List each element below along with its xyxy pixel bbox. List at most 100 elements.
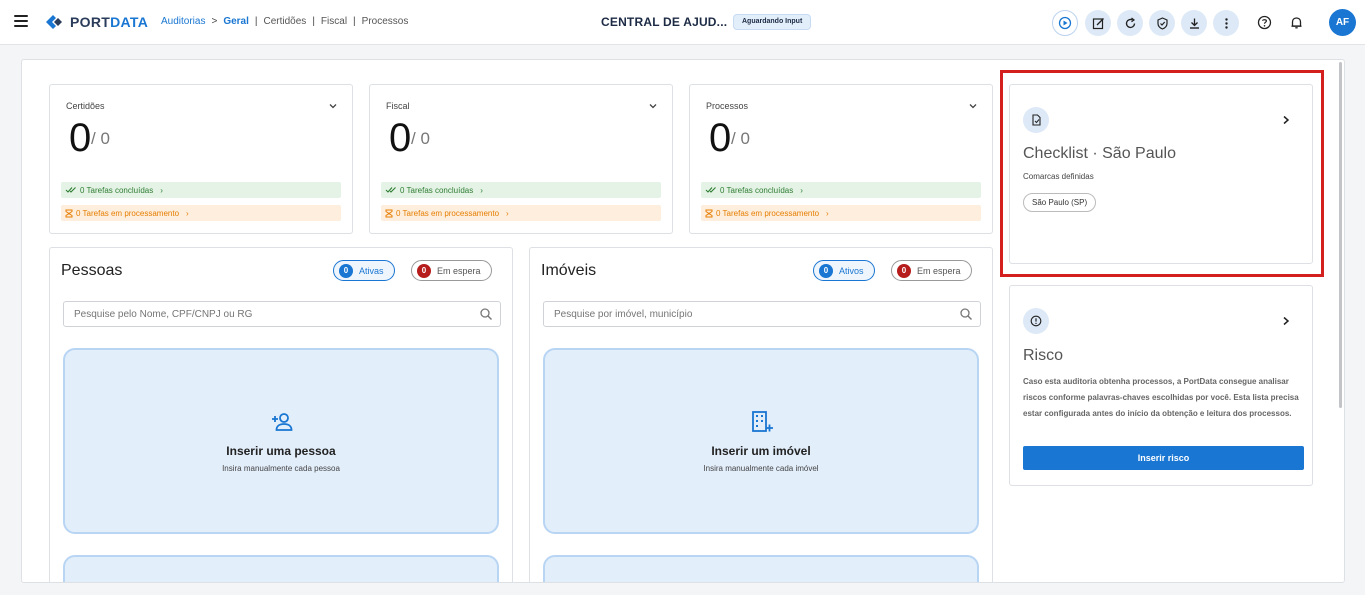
breadcrumb-fiscal[interactable]: Fiscal: [321, 16, 347, 27]
shield-button[interactable]: [1149, 10, 1175, 36]
help-icon[interactable]: [1255, 13, 1273, 31]
breadcrumb-auditorias[interactable]: Auditorias: [161, 16, 205, 27]
insert-card-secondary[interactable]: [543, 555, 979, 582]
breadcrumb: Auditorias > Geral | Certidões | Fiscal …: [161, 16, 408, 27]
stat-label: Certidões: [66, 101, 105, 111]
check-icon: [65, 187, 76, 193]
page-title: CENTRAL DE AJUD...: [601, 15, 728, 29]
tasks-processing-link[interactable]: 0 Tarefas em processamento ›: [701, 205, 981, 221]
waiting-count: 0: [417, 263, 431, 278]
section-title: Imóveis: [541, 262, 597, 279]
pessoas-section: Pessoas 0 Ativas 0 Em espera Inserir uma…: [49, 247, 513, 582]
tasks-done-label: 0 Tarefas concluídas: [720, 185, 794, 195]
filter-ativos[interactable]: 0 Ativos: [813, 260, 875, 281]
filter-em-espera[interactable]: 0 Em espera: [411, 260, 492, 281]
more-vert-icon: [1224, 17, 1228, 29]
person-add-icon: [272, 413, 293, 431]
stat-total: / 0: [731, 129, 750, 148]
risco-title: Risco: [1023, 347, 1064, 364]
tasks-done-link[interactable]: 0 Tarefas concluídas ›: [381, 182, 661, 198]
play-icon: [1058, 16, 1072, 30]
stat-label: Processos: [706, 101, 749, 111]
chevron-right-icon: ›: [506, 208, 509, 218]
hourglass-icon: [705, 209, 713, 217]
stat-card-certidoes[interactable]: Certidões 0 / 0 0 Tarefas concluídas › 0…: [49, 84, 353, 234]
chevron-right-icon: ›: [160, 185, 163, 195]
tasks-done-label: 0 Tarefas concluídas: [80, 185, 154, 195]
more-options-button[interactable]: [1213, 10, 1239, 36]
search-input[interactable]: [543, 301, 981, 327]
insert-card-secondary[interactable]: [63, 555, 499, 582]
search-icon[interactable]: [479, 307, 493, 321]
hourglass-icon: [65, 209, 73, 217]
chevron-down-icon[interactable]: [968, 101, 978, 111]
shield-icon: [1156, 16, 1168, 30]
logo-text: PORTDATA: [70, 14, 149, 30]
breadcrumb-separator: |: [353, 16, 356, 27]
chevron-down-icon[interactable]: [328, 101, 338, 111]
scrollbar[interactable]: [1339, 62, 1342, 408]
active-count: 0: [339, 263, 353, 278]
chevron-right-icon[interactable]: [1282, 316, 1290, 326]
avatar[interactable]: AF: [1329, 9, 1356, 36]
tasks-done-link[interactable]: 0 Tarefas concluídas ›: [701, 182, 981, 198]
search-icon[interactable]: [959, 307, 973, 321]
tasks-processing-label: 0 Tarefas em processamento: [396, 208, 500, 218]
active-label: Ativas: [359, 265, 384, 276]
stat-value: 0: [69, 116, 92, 160]
waiting-label: Em espera: [917, 265, 961, 276]
stat-card-processos[interactable]: Processos 0 / 0 0 Tarefas concluídas › 0…: [689, 84, 993, 234]
hourglass-icon: [385, 209, 393, 217]
breadcrumb-arrow: >: [211, 16, 218, 27]
filter-ativas[interactable]: 0 Ativas: [333, 260, 395, 281]
risco-description: Caso esta auditoria obtenha processos, a…: [1023, 377, 1299, 418]
download-button[interactable]: [1181, 10, 1207, 36]
check-icon: [385, 187, 396, 193]
breadcrumb-processos[interactable]: Processos: [362, 16, 409, 27]
bell-icon[interactable]: [1287, 13, 1305, 31]
download-icon: [1189, 18, 1199, 29]
refresh-icon: [1125, 17, 1135, 28]
waiting-count: 0: [897, 263, 911, 278]
risco-card: Risco Caso esta auditoria obtenha proces…: [1009, 285, 1313, 486]
tasks-processing-label: 0 Tarefas em processamento: [716, 208, 820, 218]
breadcrumb-geral[interactable]: Geral: [223, 16, 249, 27]
insert-person-card[interactable]: Inserir uma pessoa Insira manualmente ca…: [63, 348, 499, 534]
play-button[interactable]: [1052, 10, 1078, 36]
active-count: 0: [819, 263, 833, 278]
chevron-right-icon: ›: [826, 208, 829, 218]
tasks-processing-label: 0 Tarefas em processamento: [76, 208, 180, 218]
status-badge: Aguardando Input: [733, 14, 812, 30]
stat-total: / 0: [91, 129, 110, 148]
search-input[interactable]: [63, 301, 501, 327]
refresh-button[interactable]: [1117, 10, 1143, 36]
menu-icon[interactable]: [14, 15, 28, 27]
stat-label: Fiscal: [386, 101, 410, 111]
top-bar: PORTDATA Auditorias > Geral | Certidões …: [0, 0, 1365, 45]
insert-risk-button[interactable]: Inserir risco: [1023, 446, 1304, 470]
breadcrumb-separator: |: [254, 16, 258, 27]
section-title: Pessoas: [61, 262, 123, 279]
tasks-done-label: 0 Tarefas concluídas: [400, 185, 474, 195]
stat-card-fiscal[interactable]: Fiscal 0 / 0 0 Tarefas concluídas › 0 Ta…: [369, 84, 673, 234]
chevron-right-icon: ›: [480, 185, 483, 195]
chevron-right-icon: ›: [186, 208, 189, 218]
breadcrumb-certidoes[interactable]: Certidões: [264, 16, 307, 27]
edit-button[interactable]: [1085, 10, 1111, 36]
insert-property-card[interactable]: Inserir um imóvel Insira manualmente cad…: [543, 348, 979, 534]
tasks-done-link[interactable]: 0 Tarefas concluídas ›: [61, 182, 341, 198]
logo-icon: [46, 15, 62, 29]
breadcrumb-separator: |: [312, 16, 315, 27]
filter-em-espera[interactable]: 0 Em espera: [891, 260, 972, 281]
chevron-right-icon: ›: [800, 185, 803, 195]
imoveis-section: Imóveis 0 Ativos 0 Em espera Inserir um …: [529, 247, 993, 582]
stat-value: 0: [709, 116, 732, 160]
logo[interactable]: PORTDATA: [44, 13, 148, 31]
insert-person-subtitle: Insira manualmente cada pessoa: [222, 464, 340, 473]
tasks-processing-link[interactable]: 0 Tarefas em processamento ›: [381, 205, 661, 221]
waiting-label: Em espera: [437, 265, 481, 276]
insert-property-title: Inserir um imóvel: [711, 444, 811, 458]
chevron-down-icon[interactable]: [648, 101, 658, 111]
tasks-processing-link[interactable]: 0 Tarefas em processamento ›: [61, 205, 341, 221]
edit-icon: [1092, 17, 1104, 29]
